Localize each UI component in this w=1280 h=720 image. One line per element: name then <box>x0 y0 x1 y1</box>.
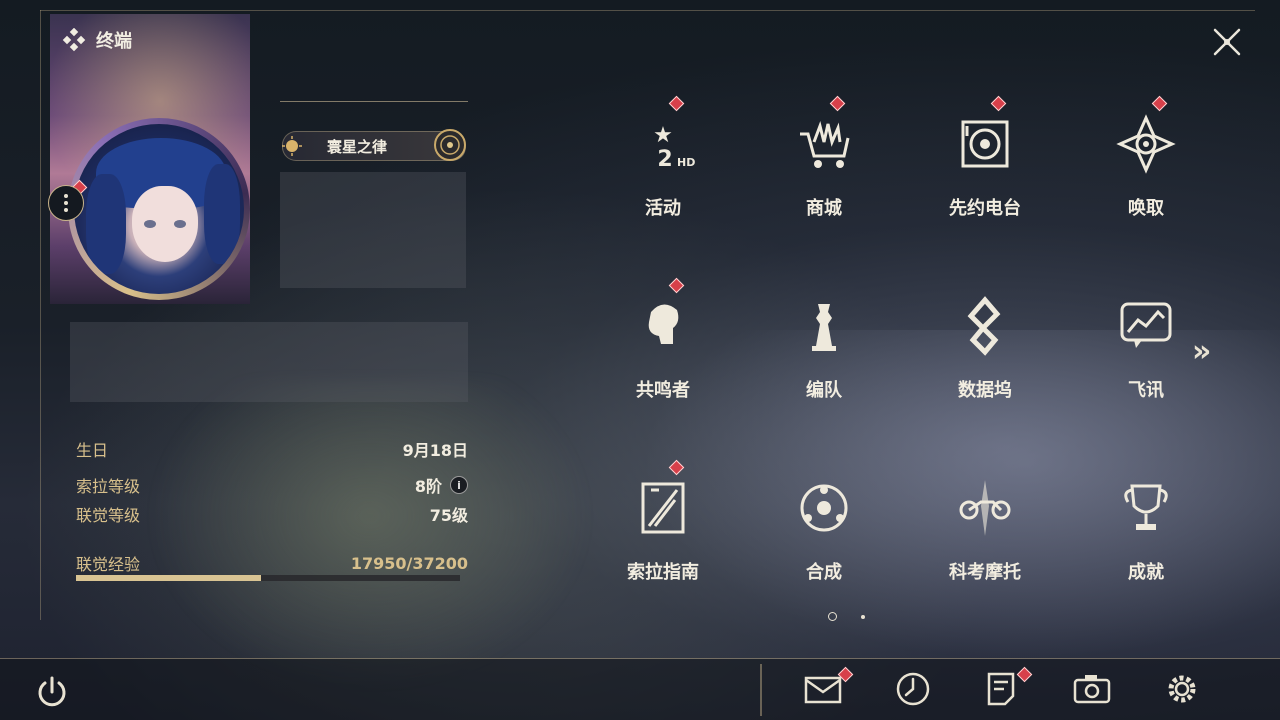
sola-level-label: 索拉等级 <box>76 477 141 496</box>
menu-notify-dot <box>1151 95 1168 112</box>
menu-item-label: 共鸣者 <box>636 380 690 401</box>
menu-item-convene[interactable]: 唤取 <box>1066 95 1226 246</box>
radio-icon <box>953 112 1017 176</box>
page-header: 终端 <box>62 27 132 53</box>
menu-item-label: 合成 <box>806 562 842 583</box>
frame-left-line <box>40 10 41 620</box>
events-icon: ★ 2 HD <box>631 112 695 176</box>
sola-level-row: 索拉等级 8阶 i <box>76 473 468 497</box>
trophy-icon <box>1114 476 1178 540</box>
birthday-row: 生日 9月18日 <box>76 437 468 461</box>
menu-item-label: 编队 <box>806 380 842 401</box>
menu-notify-dot <box>990 95 1007 112</box>
shop-icon <box>792 112 856 176</box>
close-icon[interactable] <box>1205 20 1249 64</box>
avatar-frame[interactable] <box>68 118 250 300</box>
info-icon[interactable]: i <box>450 476 468 494</box>
birthday-value: 9月18日 <box>402 441 468 460</box>
player-name: 寰星之律 <box>327 137 388 156</box>
signature-area <box>280 172 466 288</box>
menu-item-guidebook[interactable]: 索拉指南 <box>583 459 743 610</box>
synthesis-icon <box>792 476 856 540</box>
menu-item-label: 商城 <box>806 198 842 219</box>
menu-item-resonator[interactable]: 共鸣者 <box>583 277 743 428</box>
page-dot-active[interactable] <box>828 612 837 621</box>
union-exp-bar <box>76 575 460 581</box>
settings-icon[interactable] <box>1161 668 1203 710</box>
sola-level-value-wrap: 8阶 i <box>415 473 468 497</box>
next-page-arrow[interactable]: » <box>1192 334 1211 369</box>
sola-level-value: 8阶 <box>414 477 442 496</box>
name-divider <box>280 101 468 102</box>
birthday-label: 生日 <box>76 441 109 460</box>
menu-item-label: 成就 <box>1128 562 1164 583</box>
sun-badge-icon <box>282 136 302 156</box>
name-plate[interactable]: 寰星之律 <box>282 129 466 161</box>
databank-icon <box>953 294 1017 358</box>
chat-icon <box>1114 294 1178 358</box>
union-exp-value: 17950/37200 <box>350 553 468 573</box>
power-icon[interactable] <box>32 672 72 712</box>
svg-text:HD: HD <box>677 156 695 169</box>
menu-item-label: 先约电台 <box>949 198 1021 219</box>
union-level-row: 联觉等级 75级 <box>76 502 468 526</box>
avatar-hair-left <box>86 174 126 274</box>
avatar-face <box>132 186 198 262</box>
menu-notify-dot <box>829 95 846 112</box>
menu-item-databank[interactable]: 数据坞 <box>905 278 1065 428</box>
menu-notify-dot <box>668 95 685 112</box>
avatar-hair-right <box>204 164 240 264</box>
frame-bottom-line <box>0 658 1280 659</box>
menu-item-synthesis[interactable]: 合成 <box>744 460 904 610</box>
menu-item-radio[interactable]: 先约电台 <box>905 95 1065 246</box>
avatar-eye-left <box>144 220 156 228</box>
menu-item-label: 数据坞 <box>958 380 1012 401</box>
union-exp-bar-fill <box>76 575 262 581</box>
menu-notify-dot <box>668 277 685 294</box>
profile-description-area <box>70 322 468 402</box>
page-title: 终端 <box>96 31 132 52</box>
menu-item-motorbike[interactable]: 科考摩托 <box>905 460 1065 610</box>
menu-item-team[interactable]: 编队 <box>744 278 904 428</box>
terminal-diamond-icon <box>62 28 86 52</box>
guidebook-icon <box>631 476 695 540</box>
avatar-eye-right <box>174 220 186 228</box>
union-exp-row: 联觉经验 17950/37200 <box>76 551 468 575</box>
convene-icon <box>1114 112 1178 176</box>
menu-item-label: 活动 <box>645 198 681 219</box>
frame-top-line <box>40 10 1255 11</box>
menu-item-shop[interactable]: 商城 <box>744 95 904 246</box>
menu-notify-dot <box>668 459 685 476</box>
union-exp-label: 联觉经验 <box>76 555 141 574</box>
menu-item-label: 索拉指南 <box>627 562 699 583</box>
menu-item-label: 唤取 <box>1128 198 1164 219</box>
avatar <box>74 124 244 294</box>
menu-item-label: 飞讯 <box>1128 380 1164 401</box>
profile-more-button[interactable] <box>48 185 84 221</box>
emblem-icon <box>434 129 466 161</box>
union-level-value: 75级 <box>429 506 468 525</box>
more-icon <box>64 194 68 212</box>
menu-item-events[interactable]: ★ 2 HD 活动 <box>583 95 743 246</box>
camera-icon[interactable] <box>1071 668 1113 710</box>
page-dot[interactable] <box>861 614 865 619</box>
clock-icon[interactable] <box>892 668 934 710</box>
motorbike-icon <box>953 476 1017 540</box>
resonator-icon <box>631 294 695 358</box>
menu-item-label: 科考摩托 <box>949 562 1021 583</box>
menu-item-trophy[interactable]: 成就 <box>1066 460 1226 610</box>
team-icon <box>792 294 856 358</box>
union-level-label: 联觉等级 <box>76 506 141 525</box>
bottom-separator <box>760 664 762 716</box>
svg-text:2: 2 <box>657 147 672 172</box>
svg-text:★: ★ <box>653 123 673 148</box>
page-indicator <box>828 612 865 621</box>
